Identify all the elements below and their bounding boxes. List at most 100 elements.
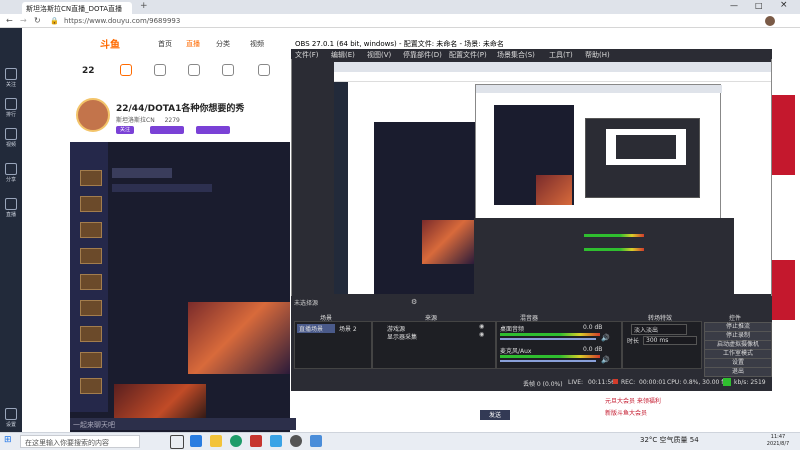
game-icon[interactable] bbox=[80, 352, 102, 368]
ad-icon[interactable] bbox=[222, 64, 234, 76]
volume-slider[interactable] bbox=[500, 360, 596, 362]
windows-start-icon[interactable]: ⊞ bbox=[4, 435, 12, 445]
streamer-avatar[interactable] bbox=[76, 98, 110, 132]
new-tab-icon[interactable]: + bbox=[140, 1, 148, 11]
left-nav-share[interactable]: 分享 bbox=[0, 163, 22, 183]
nav-video[interactable]: 视频 bbox=[250, 39, 264, 49]
menu-edit[interactable]: 编辑(E) bbox=[331, 50, 355, 60]
follow-button[interactable]: 关注 bbox=[116, 126, 134, 134]
menu-profile[interactable]: 配置文件(P) bbox=[449, 50, 487, 60]
left-nav-live[interactable]: 直播 bbox=[0, 198, 22, 218]
followers-count: 2279 bbox=[164, 117, 180, 124]
eye-icon[interactable]: ◉ bbox=[479, 331, 484, 338]
app-icon[interactable] bbox=[250, 435, 262, 447]
health-indicator bbox=[723, 378, 731, 386]
bell-icon[interactable] bbox=[120, 64, 132, 76]
folder-icon[interactable] bbox=[210, 435, 222, 447]
task-view-icon[interactable] bbox=[170, 435, 184, 449]
obs-status-bar: 丢帧 0 (0.0%) LIVE: 00:11:56 REC: 00:00:01… bbox=[291, 378, 772, 388]
gear-icon[interactable]: ⚙ bbox=[411, 298, 417, 306]
rec-dot-icon bbox=[613, 379, 618, 384]
game-icon[interactable] bbox=[80, 300, 102, 316]
game-icon[interactable] bbox=[80, 274, 102, 290]
nested-bar bbox=[476, 85, 722, 93]
taskbar-search[interactable]: 在这里输入你要搜索的内容 bbox=[20, 435, 140, 448]
rank-icon bbox=[5, 98, 17, 110]
duration-label: 时长 bbox=[627, 338, 640, 345]
profile-avatar[interactable] bbox=[765, 16, 775, 26]
taskbar-clock[interactable]: 11:47 2021/8/7 bbox=[758, 434, 798, 450]
menu-scene-collection[interactable]: 场景集合(S) bbox=[497, 50, 535, 60]
duration-field[interactable]: 300 ms bbox=[643, 336, 697, 345]
scenes-panel: 直播场景 场景 2 bbox=[294, 321, 372, 369]
nav-category[interactable]: 分类 bbox=[216, 39, 230, 49]
transition-select[interactable]: 淡入淡出 bbox=[631, 324, 687, 335]
close-icon[interactable]: × bbox=[780, 0, 788, 10]
nested-obs-panels bbox=[474, 218, 734, 298]
refresh-icon[interactable]: ↻ bbox=[34, 16, 41, 25]
app-icon-2[interactable] bbox=[270, 435, 282, 447]
menu-file[interactable]: 文件(F) bbox=[295, 50, 319, 60]
menu-tools[interactable]: 工具(T) bbox=[549, 50, 573, 60]
maximize-icon[interactable]: □ bbox=[755, 1, 763, 10]
list-item[interactable]: 新版斗鱼大会员 bbox=[605, 408, 745, 417]
gift-icon[interactable] bbox=[258, 64, 270, 76]
scene-item[interactable]: 直播场景 bbox=[297, 324, 335, 333]
left-nav-follow[interactable]: 关注 bbox=[0, 68, 22, 88]
audio-meter bbox=[500, 355, 600, 358]
controls-header: 控件 bbox=[729, 315, 742, 322]
left-nav-settings[interactable]: 设置 bbox=[0, 408, 22, 428]
game-icon[interactable] bbox=[80, 222, 102, 238]
clock-date: 2021/8/7 bbox=[766, 441, 790, 447]
obs-taskbar-icon[interactable] bbox=[290, 435, 302, 447]
edge-icon[interactable] bbox=[230, 435, 242, 447]
nested-meter bbox=[584, 234, 644, 237]
streamer-name[interactable]: 斯坦洛斯拉CN bbox=[116, 117, 155, 124]
live-label: LIVE: bbox=[568, 379, 584, 386]
mixer-panel: 桌面音频 0.0 dB 🔊 麦克风/Aux 0.0 dB 🔊 bbox=[496, 321, 622, 369]
minimize-icon[interactable]: — bbox=[730, 1, 738, 10]
badge-button-2[interactable] bbox=[196, 126, 230, 134]
eye-icon[interactable]: ◉ bbox=[479, 323, 484, 330]
back-icon[interactable]: ← bbox=[6, 16, 13, 25]
browser-tab[interactable]: 斯坦洛斯拉CN直播_DOTA直播 bbox=[22, 2, 132, 14]
game-icon[interactable] bbox=[80, 378, 102, 394]
nav-live[interactable]: 直播 bbox=[186, 39, 200, 49]
wave-icon[interactable] bbox=[154, 64, 166, 76]
left-nav-rank[interactable]: 排行 bbox=[0, 98, 22, 118]
badge-button[interactable] bbox=[150, 126, 184, 134]
site-logo[interactable]: 斗鱼 bbox=[100, 36, 140, 51]
audio-meter bbox=[500, 333, 600, 336]
forward-icon[interactable]: → bbox=[20, 16, 27, 25]
nav-label: 直播 bbox=[5, 212, 16, 218]
app-icon-3[interactable] bbox=[310, 435, 322, 447]
game-icon[interactable] bbox=[80, 248, 102, 264]
mixer-header: 混音器 bbox=[520, 315, 539, 322]
menu-docks[interactable]: 停靠部件(D) bbox=[403, 50, 442, 60]
speaker-icon[interactable]: 🔊 bbox=[601, 334, 610, 342]
left-nav-video[interactable]: 视频 bbox=[0, 128, 22, 148]
volume-slider[interactable] bbox=[500, 338, 596, 340]
nav-home[interactable]: 首页 bbox=[158, 39, 172, 49]
game-icon[interactable] bbox=[80, 170, 102, 186]
sources-header: 来源 bbox=[425, 315, 438, 322]
exit-button[interactable]: 退出 bbox=[704, 367, 772, 377]
list-item[interactable]: 元旦大会员 来领福利 bbox=[605, 396, 745, 405]
scene-item[interactable]: 场景 2 bbox=[339, 324, 357, 333]
level-number: 22 bbox=[82, 66, 95, 76]
source-item[interactable]: 显示器采集 bbox=[387, 332, 417, 341]
url-field[interactable]: https://www.douyu.com/9689993 bbox=[64, 17, 664, 26]
speaker-icon[interactable]: 🔊 bbox=[601, 356, 610, 364]
lock-icon: 🔒 bbox=[50, 17, 59, 25]
game-icon[interactable] bbox=[80, 196, 102, 212]
live-time: 00:11:56 bbox=[588, 379, 615, 386]
game-icon[interactable] bbox=[80, 326, 102, 342]
weather-text[interactable]: 32°C 空气质量 54 bbox=[640, 436, 699, 444]
send-button[interactable]: 发送 bbox=[480, 410, 510, 420]
store-icon[interactable] bbox=[190, 435, 202, 447]
menu-view[interactable]: 视图(V) bbox=[367, 50, 391, 60]
task-icon[interactable] bbox=[188, 64, 200, 76]
menu-help[interactable]: 帮助(H) bbox=[585, 50, 610, 60]
nav-label: 视频 bbox=[5, 142, 16, 148]
chat-input[interactable]: 一起来聊天吧 bbox=[70, 418, 296, 430]
